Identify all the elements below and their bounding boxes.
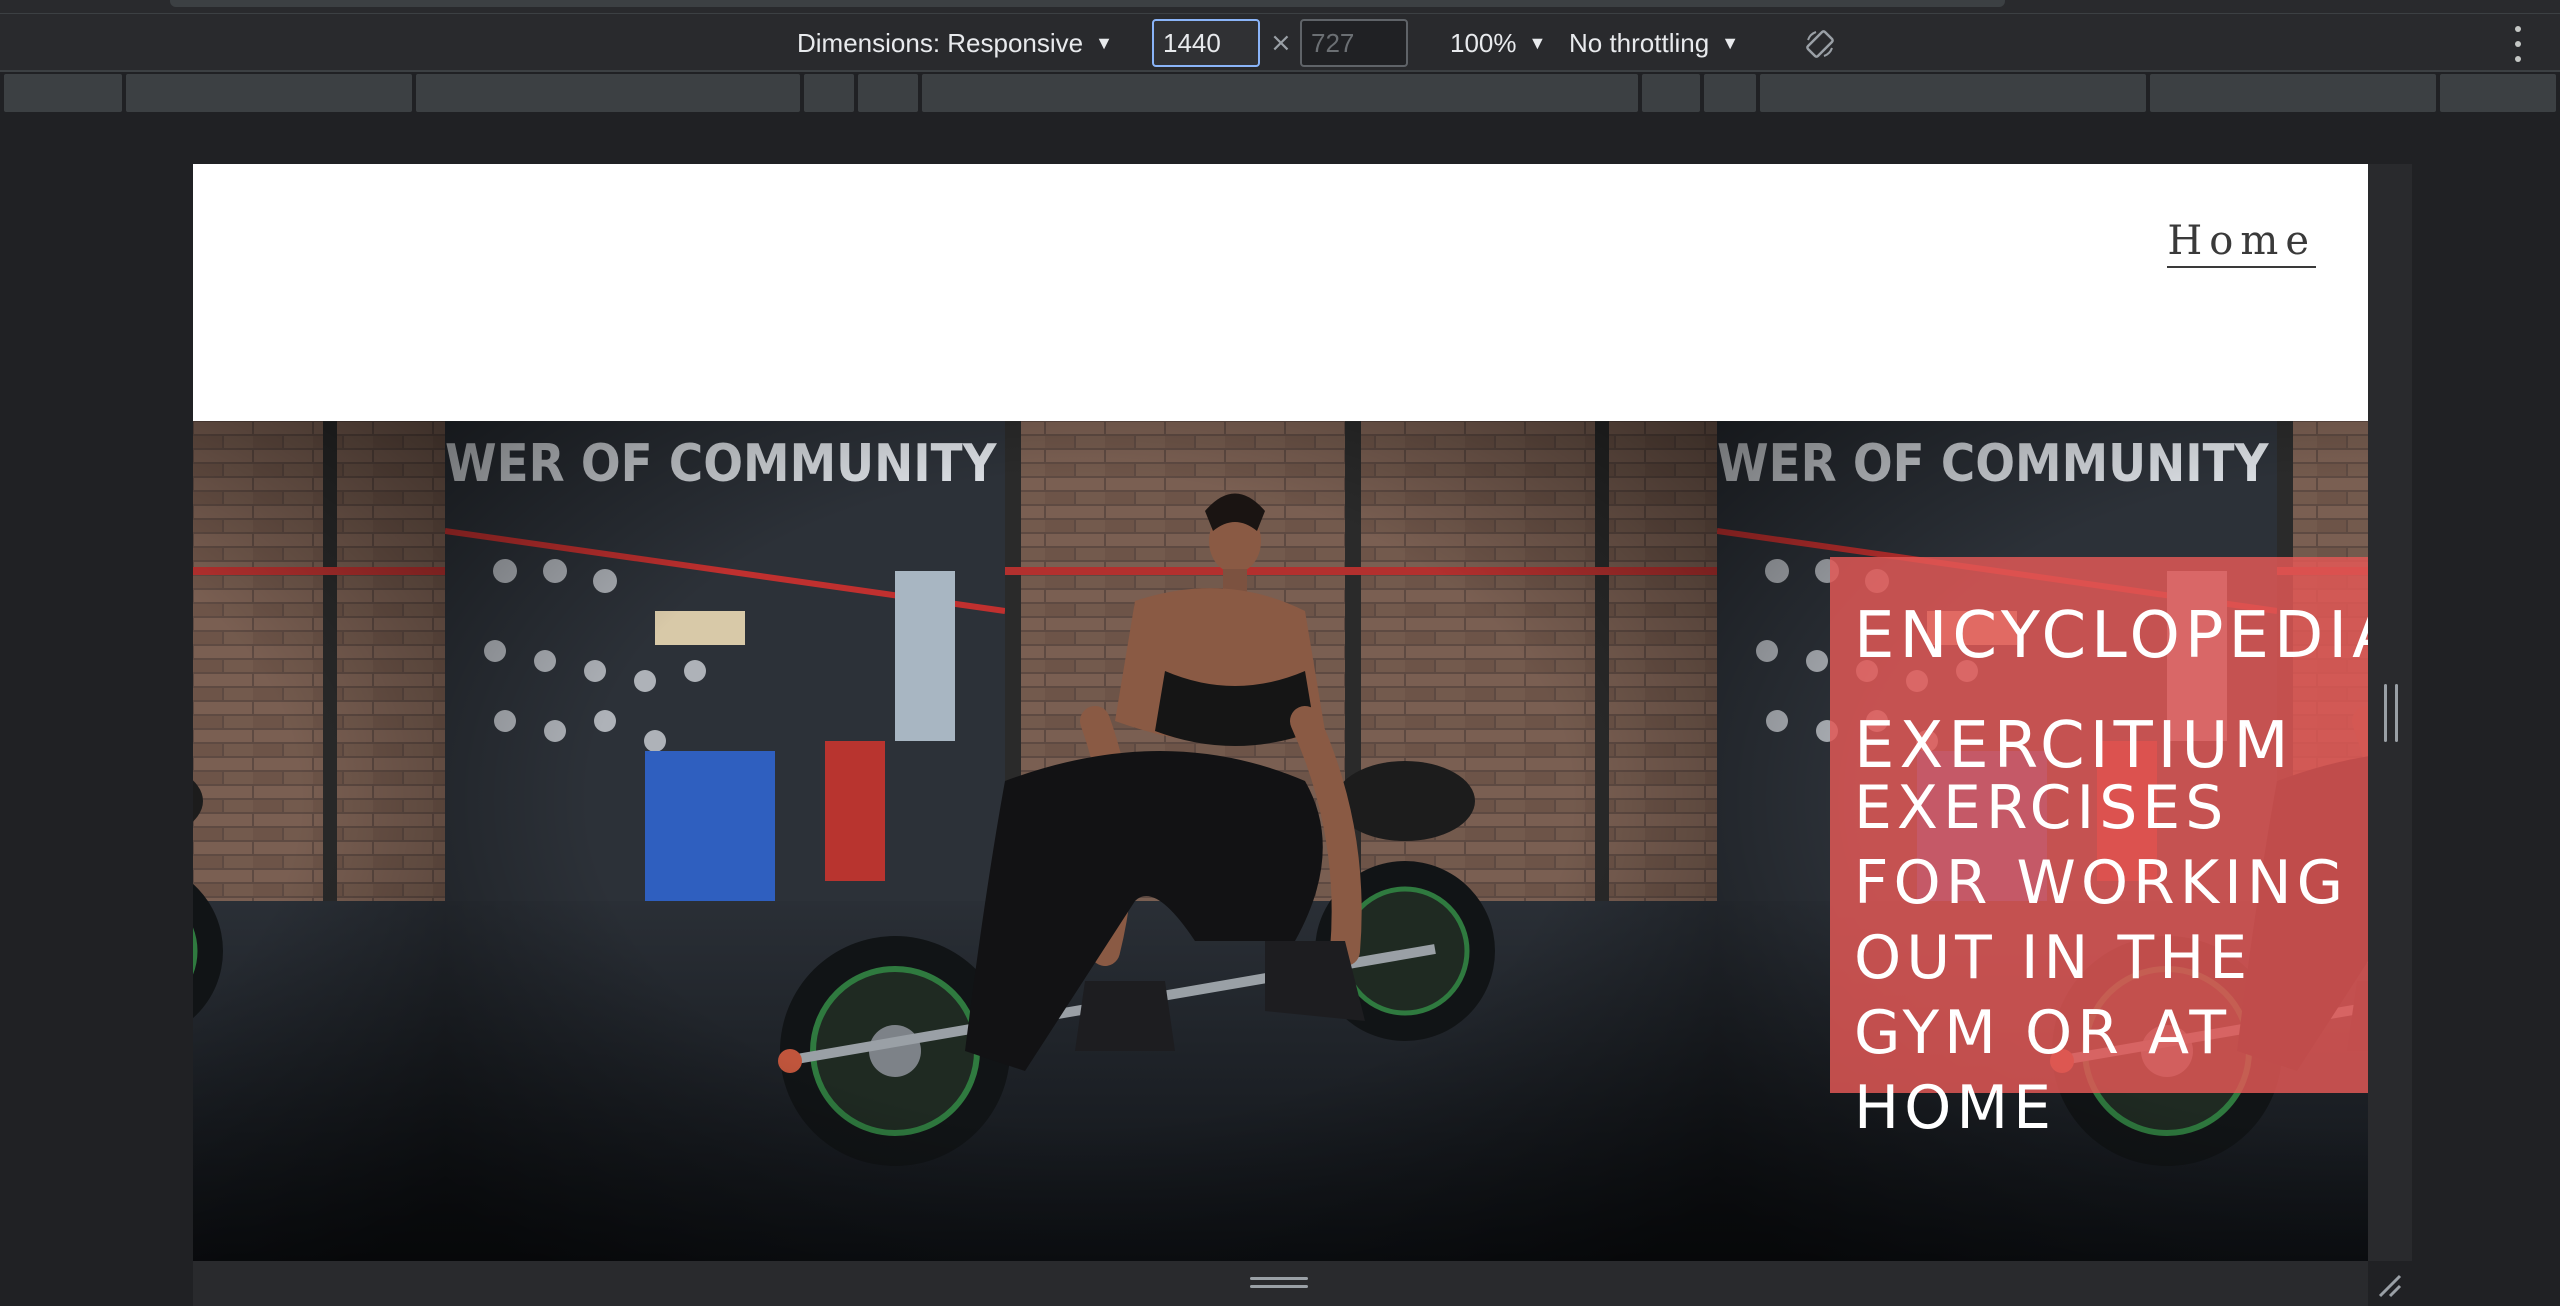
- media-query-segment[interactable]: [1760, 74, 2146, 112]
- more-options-icon[interactable]: [2508, 26, 2528, 62]
- dimension-separator: ×: [1270, 28, 1292, 58]
- media-query-segment[interactable]: [4, 74, 122, 112]
- hero-photo-tile: WER OF COMMUNITY: [193, 421, 445, 1261]
- corner-resize-icon[interactable]: [2374, 1270, 2404, 1300]
- width-resize-handle[interactable]: [2384, 684, 2398, 742]
- media-query-segment[interactable]: [804, 74, 854, 112]
- height-resize-handle[interactable]: [1250, 1277, 1308, 1291]
- viewport-bottom-bar: [193, 1261, 2368, 1306]
- hero-photo-tile: WER OF COMMUNITY: [445, 421, 1717, 1261]
- media-query-segment[interactable]: [1704, 74, 1756, 112]
- width-input[interactable]: 1440: [1152, 19, 1260, 67]
- chevron-down-icon: ▼: [1095, 32, 1113, 53]
- chevron-down-icon: ▼: [1721, 32, 1740, 53]
- emulated-viewport: Home WER OF COMMUNITY WER OF COMMUNITY W…: [193, 164, 2368, 1306]
- site-header: Home: [193, 164, 2368, 421]
- horizontal-scrollbar[interactable]: [170, 0, 2005, 7]
- hero-title: ENCYCLOPEDIA EXERCITIUM: [1854, 581, 2368, 801]
- hero-section: WER OF COMMUNITY WER OF COMMUNITY WER OF…: [193, 421, 2368, 1261]
- device-toolbar: Dimensions: Responsive ▼ 1440 × 727 100%…: [0, 14, 2560, 72]
- media-query-segment[interactable]: [416, 74, 800, 112]
- media-query-segment[interactable]: [2440, 74, 2556, 112]
- chevron-down-icon: ▼: [1528, 32, 1547, 53]
- throttling-dropdown[interactable]: No throttling ▼: [1569, 14, 1739, 72]
- media-query-segment[interactable]: [922, 74, 1638, 112]
- hero-title-line: ENCYCLOPEDIA: [1854, 599, 2368, 673]
- dimensions-label: Dimensions: Responsive: [797, 27, 1084, 58]
- media-query-segment[interactable]: [1642, 74, 1700, 112]
- zoom-label: 100%: [1450, 27, 1517, 58]
- media-query-segment[interactable]: [858, 74, 918, 112]
- media-query-segment[interactable]: [2150, 74, 2436, 112]
- media-query-bar: [0, 72, 2560, 116]
- throttling-label: No throttling: [1569, 27, 1710, 58]
- hero-subtitle: EXERCISES FOR WORKING OUT IN THE GYM OR …: [1854, 773, 2349, 1143]
- rotate-icon[interactable]: [1804, 28, 1836, 60]
- media-query-segment[interactable]: [126, 74, 412, 112]
- top-chrome-strip: [0, 0, 2560, 14]
- zoom-dropdown[interactable]: 100% ▼: [1450, 14, 1546, 72]
- height-input[interactable]: 727: [1300, 19, 1408, 67]
- nav-home-link[interactable]: Home: [2167, 218, 2316, 268]
- dimensions-dropdown[interactable]: Dimensions: Responsive ▼: [797, 14, 1113, 72]
